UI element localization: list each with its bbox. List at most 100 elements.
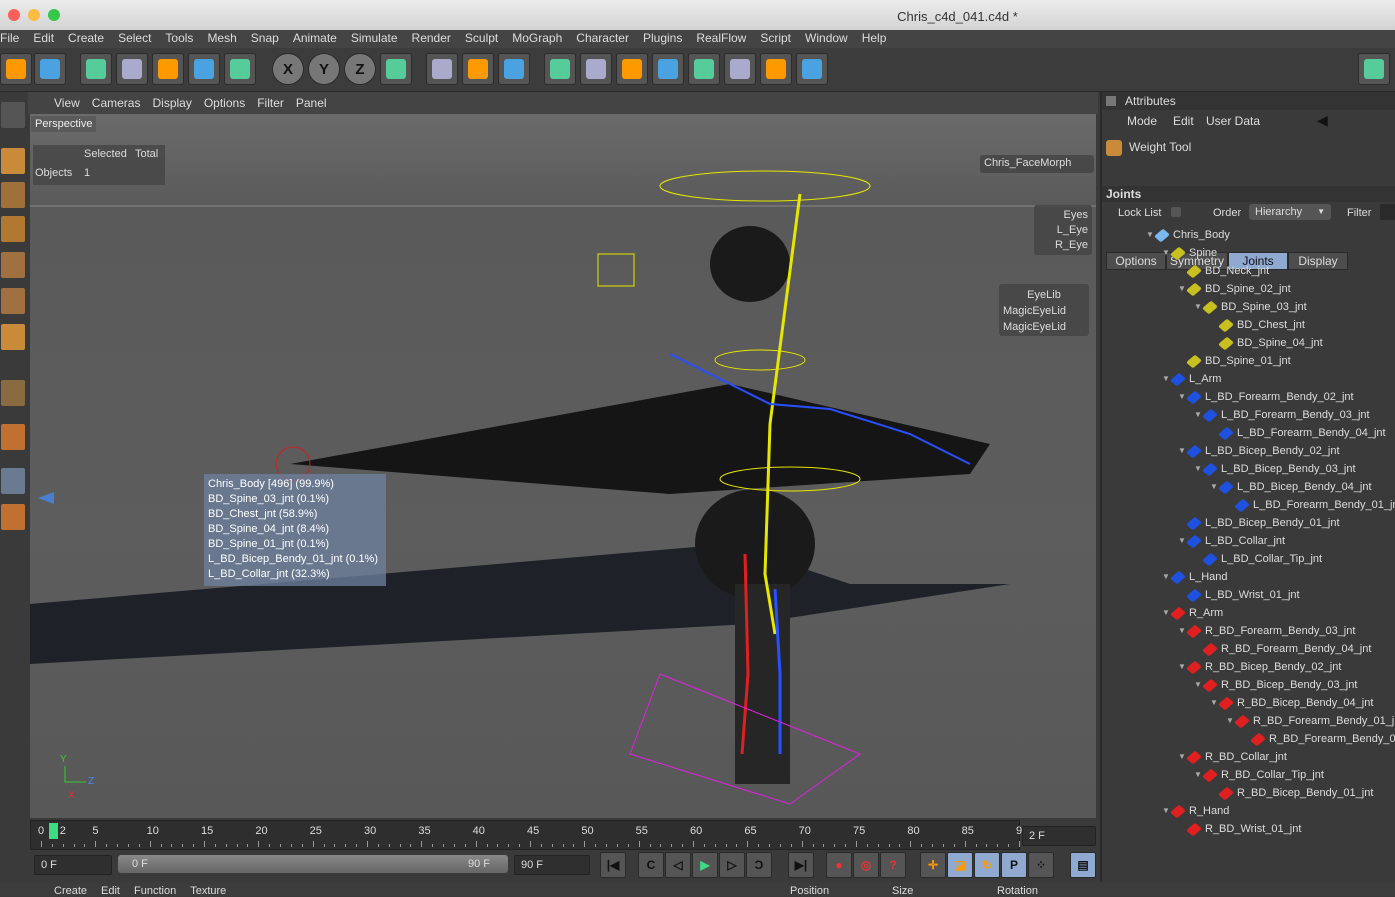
axis-mode-button[interactable]	[1, 380, 25, 406]
joint-tree-item[interactable]: R_BD_Forearm_Bendy_02_	[1242, 730, 1395, 748]
edges-mode-button[interactable]	[1, 288, 25, 314]
menu-mode[interactable]: Mode	[1127, 114, 1157, 128]
previous-key-button[interactable]: C	[638, 852, 664, 878]
menu-mograph[interactable]: MoGraph	[512, 30, 570, 48]
joint-tree-item[interactable]: BD_Neck_jnt	[1178, 262, 1269, 280]
joint-tree-item[interactable]: ▼ L_BD_Bicep_Bendy_04_jnt	[1210, 478, 1372, 496]
joint-tree-item[interactable]: ▼ R_BD_Collar_jnt	[1178, 748, 1287, 766]
render-picture-viewer-button[interactable]	[462, 53, 494, 85]
expand-toggle-icon[interactable]: ▼	[1162, 568, 1170, 586]
joint-tree-item[interactable]: ▼ R_BD_Forearm_Bendy_01_jnt	[1226, 712, 1395, 730]
light-button[interactable]	[796, 53, 828, 85]
autokey-button[interactable]: ◎	[853, 852, 879, 878]
lock-workplane-button[interactable]	[1, 468, 25, 494]
record-scale-button[interactable]: ◪	[947, 852, 973, 878]
eyes-panel[interactable]: Eyes L_Eye R_Eye	[1034, 205, 1092, 255]
model-mode-button[interactable]	[1, 102, 25, 128]
next-frame-button[interactable]: ▷	[719, 852, 745, 878]
snap-button[interactable]	[1, 424, 25, 450]
viewport-menu-display[interactable]: Display	[152, 92, 191, 114]
expand-toggle-icon[interactable]: ▼	[1194, 298, 1202, 316]
menu-character[interactable]: Character	[576, 30, 637, 48]
order-dropdown[interactable]: Hierarchy ▼	[1249, 204, 1331, 220]
floor-button[interactable]	[724, 53, 756, 85]
spline-button[interactable]	[580, 53, 612, 85]
keyframe-selection-button[interactable]: ?	[880, 852, 906, 878]
menu-simulate[interactable]: Simulate	[351, 30, 406, 48]
expand-toggle-icon[interactable]: ▼	[1210, 478, 1218, 496]
expand-toggle-icon[interactable]: ▼	[1162, 244, 1170, 262]
lock-list-checkbox[interactable]	[1171, 207, 1181, 217]
face-morph-tag[interactable]: Chris_FaceMorph	[980, 155, 1094, 173]
expand-toggle-icon[interactable]: ▼	[1178, 622, 1186, 640]
joint-tree-item[interactable]: ▼ L_BD_Bicep_Bendy_02_jnt	[1178, 442, 1340, 460]
redo-button[interactable]	[34, 53, 66, 85]
joint-tree-item[interactable]: R_BD_Wrist_01_jnt	[1178, 820, 1301, 838]
goto-start-button[interactable]: |◀	[600, 852, 626, 878]
joint-tree-item[interactable]: L_BD_Wrist_01_jnt	[1178, 586, 1300, 604]
points-mode-button[interactable]	[1, 252, 25, 278]
layout-button[interactable]	[1358, 53, 1390, 85]
joint-tree-item[interactable]: ▼ R_BD_Forearm_Bendy_03_jnt	[1178, 622, 1355, 640]
menu-animate[interactable]: Animate	[293, 30, 345, 48]
menu-window[interactable]: Window	[805, 30, 856, 48]
expand-toggle-icon[interactable]: ▼	[1162, 370, 1170, 388]
timeline-window-button[interactable]: ▤	[1070, 852, 1096, 878]
texture-mode-button[interactable]	[1, 182, 25, 208]
magic-eyelid-item[interactable]: MagicEyeLid	[1003, 303, 1085, 319]
goto-end-button[interactable]: ▶|	[788, 852, 814, 878]
zoom-window-button[interactable]	[48, 9, 60, 21]
start-frame-field[interactable]: 0 F	[34, 855, 112, 875]
minimize-window-button[interactable]	[28, 9, 40, 21]
record-parameter-button[interactable]: P	[1001, 852, 1027, 878]
joint-tree-item[interactable]: BD_Spine_04_jnt	[1210, 334, 1323, 352]
magic-eyelid-item[interactable]: MagicEyeLid	[1003, 319, 1085, 335]
viewport-menu-panel[interactable]: Panel	[296, 92, 327, 114]
viewport-menu-view[interactable]: View	[54, 92, 80, 114]
menu-snap[interactable]: Snap	[251, 30, 287, 48]
eye-target[interactable]	[597, 253, 635, 287]
joint-tree-item[interactable]: ▼ BD_Spine_03_jnt	[1194, 298, 1307, 316]
joint-tree-item[interactable]: ▼ R_BD_Bicep_Bendy_02_jnt	[1178, 658, 1341, 676]
viewport-menu-filter[interactable]: Filter	[257, 92, 284, 114]
material-menu-create[interactable]: Create	[54, 885, 87, 897]
eyelib-panel[interactable]: EyeLib MagicEyeLid MagicEyeLid	[999, 284, 1089, 336]
expand-toggle-icon[interactable]: ▼	[1226, 712, 1234, 730]
expand-toggle-icon[interactable]: ▼	[1178, 658, 1186, 676]
expand-toggle-icon[interactable]: ▼	[1178, 388, 1186, 406]
record-rotation-button[interactable]: ↻	[974, 852, 1000, 878]
joint-tree-item[interactable]: ▼ BD_Spine_02_jnt	[1178, 280, 1291, 298]
record-point-level-button[interactable]: ⁘	[1028, 852, 1054, 878]
undo-button[interactable]	[0, 53, 32, 85]
expand-toggle-icon[interactable]: ▼	[1162, 604, 1170, 622]
current-frame-field[interactable]: 2 F	[1022, 826, 1096, 846]
joint-tree-item[interactable]: ▼ R_BD_Bicep_Bendy_04_jnt	[1210, 694, 1373, 712]
nurbs-button[interactable]	[616, 53, 648, 85]
menu-plugins[interactable]: Plugins	[643, 30, 690, 48]
expand-toggle-icon[interactable]: ▼	[1178, 280, 1186, 298]
joint-tree-item[interactable]: L_BD_Forearm_Bendy_01_jnt	[1226, 496, 1395, 514]
cube-button[interactable]	[544, 53, 576, 85]
scroll-left-icon[interactable]	[38, 492, 54, 504]
expand-toggle-icon[interactable]: ▼	[1210, 694, 1218, 712]
joint-tree-item[interactable]: ▼ R_Arm	[1162, 604, 1223, 622]
joint-tree-item[interactable]: ▼ R_BD_Collar_Tip_jnt	[1194, 766, 1324, 784]
camera-button[interactable]	[760, 53, 792, 85]
material-menu-edit[interactable]: Edit	[101, 885, 120, 897]
joint-tree-item[interactable]: ▼ L_Arm	[1162, 370, 1221, 388]
menu-mesh[interactable]: Mesh	[207, 30, 244, 48]
live-selection-button[interactable]	[80, 53, 112, 85]
next-key-button[interactable]: Ɔ	[746, 852, 772, 878]
joint-tree-item[interactable]: L_BD_Collar_Tip_jnt	[1194, 550, 1322, 568]
joint-tree-item[interactable]: R_BD_Bicep_Bendy_01_jnt	[1210, 784, 1373, 802]
menu-user-data[interactable]: User Data	[1206, 114, 1260, 128]
joint-tree-item[interactable]: ▼ L_BD_Bicep_Bendy_03_jnt	[1194, 460, 1356, 478]
menu-render[interactable]: Render	[412, 30, 459, 48]
head-controller[interactable]	[659, 170, 871, 202]
viewport-menu-cameras[interactable]: Cameras	[92, 92, 141, 114]
expand-toggle-icon[interactable]: ▼	[1178, 532, 1186, 550]
joint-tree-item[interactable]: L_BD_Bicep_Bendy_01_jnt	[1178, 514, 1340, 532]
joint-tree-item[interactable]: ▼ R_BD_Bicep_Bendy_03_jnt	[1194, 676, 1357, 694]
menu-select[interactable]: Select	[118, 30, 159, 48]
expand-toggle-icon[interactable]: ▼	[1194, 460, 1202, 478]
